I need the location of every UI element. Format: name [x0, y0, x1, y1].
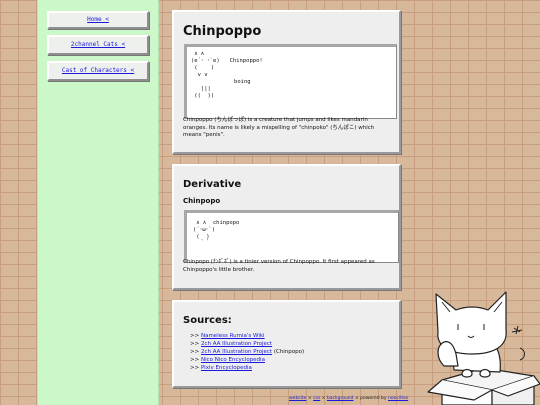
sources-card: Sources: >> Nameless Rumia's Wiki >> 2ch…: [172, 300, 401, 388]
source-item: >> Pixiv Encyclopedia: [190, 365, 252, 372]
footer-powered-by: × powered by: [353, 396, 388, 401]
source-suffix: (Chinpopo): [272, 349, 305, 355]
nav-cast-link[interactable]: Cast of Characters <: [49, 63, 147, 79]
source-link-nico-nico[interactable]: Nico Nico Encyclopedia: [201, 357, 265, 363]
page-title: Chinpoppo: [183, 24, 262, 39]
source-link-rumia-wiki[interactable]: Nameless Rumia's Wiki: [201, 333, 265, 339]
chinpoppo-card: Chinpoppo ∧ ∧ (e´･ ･`e) Chinpoppo! ( ) v…: [172, 10, 401, 154]
sidebar: Home < 2channel Cats < Cast of Character…: [37, 0, 159, 405]
chevron-icon: >>: [190, 341, 200, 347]
source-link-2ch-aa-project[interactable]: 2ch AA Illustration Project: [201, 341, 272, 347]
nav-box-cast: Cast of Characters <: [47, 61, 149, 81]
derivative-description: Chinpopo (ﾁﾝﾎﾟﾎﾟ) is a tinier version of…: [183, 259, 375, 273]
source-item: >> 2ch AA Illustration Project (Chinpopo…: [190, 349, 304, 356]
source-item: >> Nico Nico Encyclopedia: [190, 357, 265, 364]
chevron-icon: >>: [190, 349, 200, 355]
chevron-icon: >>: [190, 357, 200, 363]
cat-in-box-illustration: [427, 291, 540, 405]
source-item: >> 2ch AA Illustration Project: [190, 341, 272, 348]
derivative-title: Derivative: [183, 179, 242, 190]
nav-2channel-cats-link[interactable]: 2channel Cats <: [49, 37, 147, 53]
footer-website-link[interactable]: website: [289, 396, 306, 401]
nav-home-link[interactable]: Home <: [49, 13, 147, 27]
source-link-2ch-aa-project-chinpopo[interactable]: 2ch AA Illustration Project: [201, 349, 272, 355]
footer-separator: ×: [320, 396, 327, 401]
derivative-card: Derivative Chinpopo ∧ ∧ chinpopo (´･ω･`)…: [172, 164, 401, 290]
footer-neocities-link[interactable]: neocities: [388, 396, 408, 401]
nav-box-2channel-cats: 2channel Cats <: [47, 35, 149, 55]
footer-credits: website × css × background × powered by …: [289, 396, 408, 401]
footer-background-link[interactable]: background: [327, 396, 354, 401]
chinpoppo-ascii-art: ∧ ∧ (e´･ ･`e) Chinpoppo! ( ) v v boing |…: [184, 44, 397, 119]
nav-box-home: Home <: [47, 11, 149, 29]
chevron-icon: >>: [190, 365, 200, 371]
chevron-icon: >>: [190, 333, 200, 339]
chinpopo-ascii-art: ∧ ∧ chinpopo (´･ω･`) ( ) ｀｀: [184, 210, 399, 263]
chinpoppo-description: Chinpoppo (ちんぽっぽ) is a creature that jum…: [183, 117, 375, 138]
derivative-subtitle: Chinpopo: [183, 197, 221, 205]
source-item: >> Nameless Rumia's Wiki: [190, 333, 265, 340]
source-link-pixiv[interactable]: Pixiv Encyclopedia: [201, 365, 252, 371]
sources-title: Sources:: [183, 315, 232, 326]
